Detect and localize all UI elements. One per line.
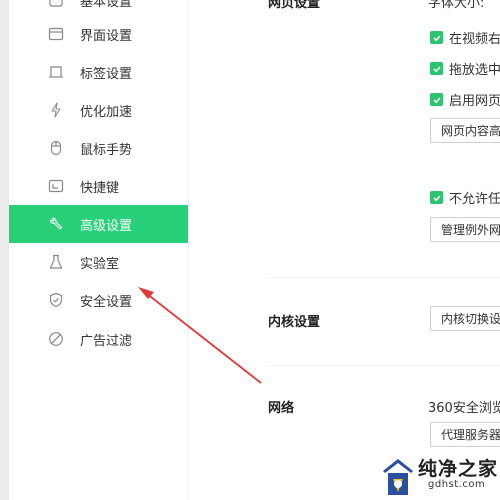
checkbox-label: 在视频右 [449, 32, 500, 47]
flask-icon [47, 253, 65, 271]
sidebar-item-label: 鼠标手势 [80, 142, 133, 158]
sidebar-item-optimize[interactable]: 优化加速 [9, 91, 188, 129]
sidebar-item-shortcuts[interactable]: 快捷键 [9, 167, 188, 205]
section-title-kernel: 内核设置 [268, 315, 321, 330]
window-left-edge [0, 0, 9, 500]
check-row-popup[interactable]: 不允许任 [430, 188, 500, 207]
settings-window: 基本设置 界面设置 标签设置 优化加速 鼠标手势 快捷键 高级设置 实验室 安全… [0, 0, 500, 500]
manage-exceptions-button[interactable]: 管理例外网 [430, 217, 500, 242]
watermark-main-text: 纯净之家 [418, 458, 499, 480]
kernel-switch-button[interactable]: 内核切换设 [430, 306, 500, 331]
checkbox-label: 启用网页 [449, 94, 500, 109]
section-title-webpage: 网页设置 [268, 0, 321, 11]
proxy-server-button[interactable]: 代理服务器 [430, 422, 500, 447]
sidebar-item-ad-filter[interactable]: 广告过滤 [9, 320, 188, 358]
block-icon [47, 330, 65, 348]
sidebar-item-lab[interactable]: 实验室 [9, 243, 188, 281]
mouse-icon [47, 139, 65, 157]
watermark-url: gdhst.com [428, 479, 486, 490]
checkbox-checked-icon[interactable] [430, 191, 443, 204]
tab-icon [47, 63, 65, 81]
settings-partial-icon [47, 0, 65, 9]
sidebar-item-label: 安全设置 [80, 294, 133, 310]
font-size-label: 字体大小: [428, 0, 485, 11]
sidebar-item-security[interactable]: 安全设置 [9, 281, 188, 319]
shortcut-icon [47, 177, 65, 195]
sidebar-item-tabs[interactable]: 标签设置 [9, 53, 188, 91]
checkbox-checked-icon[interactable] [430, 93, 443, 106]
check-row-video[interactable]: 在视频右 [430, 28, 500, 47]
section-divider [268, 277, 500, 278]
watermark: 纯净之家 gdhst.com [378, 455, 500, 500]
sidebar-item-label: 优化加速 [80, 104, 133, 120]
sidebar-item-interface[interactable]: 界面设置 [9, 15, 188, 53]
sidebar-item-mouse-gestures[interactable]: 鼠标手势 [9, 129, 188, 167]
sidebar-item-label: 基本设置 [80, 0, 133, 10]
section-divider [268, 365, 500, 366]
sidebar-item-label: 界面设置 [80, 28, 133, 44]
checkbox-label: 不允许任 [449, 192, 500, 207]
sidebar-item-label: 实验室 [80, 256, 120, 272]
network-description: 360安全浏览 [428, 401, 500, 416]
section-title-network: 网络 [268, 401, 295, 416]
shield-icon [47, 291, 65, 309]
sidebar-item-label: 广告过滤 [80, 333, 133, 349]
sidebar-item-advanced[interactable]: 高级设置 [9, 205, 188, 243]
checkbox-checked-icon[interactable] [430, 31, 443, 44]
window-icon [47, 25, 65, 43]
house-logo-icon [383, 459, 413, 495]
webpage-content-button[interactable]: 网页内容高 [430, 118, 500, 143]
wrench-icon [47, 215, 65, 233]
lightning-icon [47, 101, 65, 119]
sidebar-item-label: 高级设置 [80, 218, 133, 234]
sidebar-item-label: 快捷键 [80, 180, 120, 196]
checkbox-checked-icon[interactable] [430, 62, 443, 75]
sidebar-item-label: 标签设置 [80, 66, 133, 82]
check-row-drag[interactable]: 拖放选中 [430, 59, 500, 78]
checkbox-label: 拖放选中 [449, 63, 500, 78]
settings-sidebar: 基本设置 界面设置 标签设置 优化加速 鼠标手势 快捷键 高级设置 实验室 安全… [9, 0, 188, 500]
check-row-enable-web[interactable]: 启用网页 [430, 90, 500, 109]
